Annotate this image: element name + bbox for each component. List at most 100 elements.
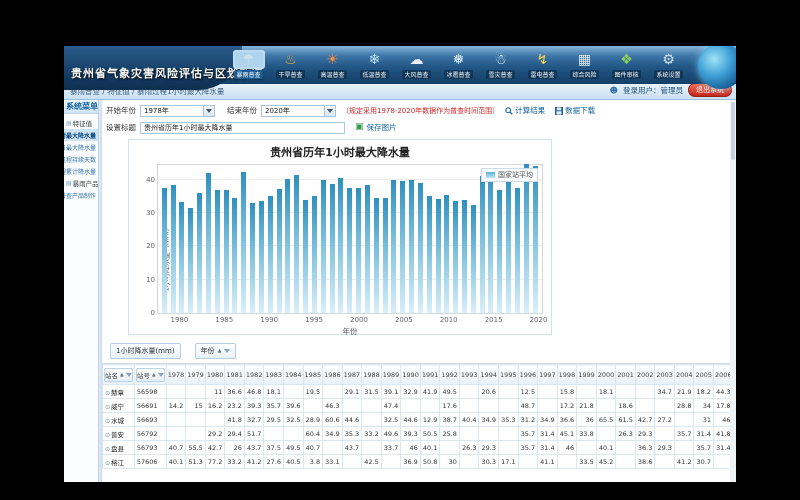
value-cell bbox=[635, 399, 655, 413]
bar bbox=[277, 189, 282, 313]
nav-item[interactable]: ⚙系统设置 bbox=[649, 50, 688, 79]
year-column-header[interactable]: 1995 bbox=[499, 365, 519, 385]
nav-item[interactable]: ☁大风普查 bbox=[397, 50, 436, 79]
year-column-header[interactable]: 1992 bbox=[440, 365, 460, 385]
year-column-header[interactable]: 1986 bbox=[323, 365, 343, 385]
nav-item[interactable]: ☂暴雨普查 bbox=[229, 50, 268, 79]
value-cell: 30 bbox=[440, 455, 460, 469]
bar bbox=[250, 203, 255, 313]
table-row[interactable]: ⊙榕江5760640.151.377.233.241.227.640.53.83… bbox=[103, 455, 737, 469]
nav-item[interactable]: ↯雷电普查 bbox=[523, 50, 562, 79]
value-cell bbox=[655, 427, 675, 441]
filter-funnel-icon[interactable] bbox=[126, 373, 132, 377]
year-column-header[interactable]: 1979 bbox=[186, 365, 206, 385]
year-column-header[interactable]: 1999 bbox=[577, 365, 597, 385]
year-column-header[interactable]: 1997 bbox=[538, 365, 558, 385]
row-radio-icon[interactable]: ⊙ bbox=[105, 404, 110, 411]
tree-item[interactable]: 暴雨过程持续天数 bbox=[64, 153, 98, 165]
chevron-down-icon[interactable] bbox=[324, 106, 335, 116]
calculate-button[interactable]: 计算结果 bbox=[505, 105, 545, 116]
year-column-header[interactable]: 1988 bbox=[362, 365, 382, 385]
scrollbar-thumb[interactable] bbox=[731, 102, 735, 160]
chart-title-input[interactable] bbox=[140, 122, 345, 134]
tree-item[interactable]: 暴雨过程日最大降水量 bbox=[64, 141, 98, 153]
tree-item[interactable]: 暴雨过程累计降水量 bbox=[64, 165, 98, 177]
year-column-header[interactable]: 1987 bbox=[342, 365, 362, 385]
login-user-text: 登录用户：管理员 bbox=[623, 85, 683, 96]
value-cell: 36.6 bbox=[557, 413, 577, 427]
year-column-header[interactable]: 1996 bbox=[518, 365, 538, 385]
tree-item[interactable]: 暴雨过程1小时最大降水量 bbox=[64, 129, 98, 141]
save-image-button[interactable]: 保存图片 bbox=[367, 122, 397, 133]
sort-asc-icon[interactable]: ▲ bbox=[120, 372, 124, 378]
heat-icon: ☀ bbox=[317, 50, 349, 69]
year-column-header[interactable]: 1981 bbox=[225, 365, 245, 385]
sort-asc-icon[interactable]: ▲ bbox=[218, 348, 222, 354]
value-cell: 35.7 bbox=[264, 399, 284, 413]
nav-item-label: 系统设置 bbox=[654, 70, 682, 79]
table-row[interactable]: ⊙普安5679229.229.451.760.434.935.333.249.6… bbox=[103, 427, 737, 441]
row-radio-icon[interactable]: ⊙ bbox=[105, 418, 110, 425]
value-cell bbox=[342, 455, 362, 469]
year-column-header[interactable]: 2004 bbox=[674, 365, 694, 385]
year-column-header[interactable]: 1984 bbox=[284, 365, 304, 385]
value-cell: 50.8 bbox=[420, 455, 440, 469]
filter-funnel-icon[interactable] bbox=[224, 349, 230, 353]
start-year-select[interactable]: 1978年 bbox=[140, 105, 215, 117]
year-column-header[interactable]: 2003 bbox=[655, 365, 675, 385]
col-station-id-header[interactable]: 站号 ▲ bbox=[134, 365, 166, 385]
table-row[interactable]: ⊙威宁5669114.21516.223.239.335.739.646.347… bbox=[103, 399, 737, 413]
tree-node[interactable]: ▤暴雨产品制作 bbox=[64, 177, 98, 189]
measure-chip[interactable]: 1小时降水量(mm) bbox=[110, 343, 181, 359]
nav-item[interactable]: ❖图件审核 bbox=[607, 50, 646, 79]
row-radio-icon[interactable]: ⊙ bbox=[105, 446, 110, 453]
nav-item[interactable]: ❅冰雹普查 bbox=[439, 50, 478, 79]
chart-title: 贵州省历年1小时最大降水量 bbox=[129, 144, 551, 160]
chart-panel: 贵州省历年1小时最大降水量 1小时降水量（mm） 010203040 国家站平均… bbox=[128, 139, 552, 335]
chevron-down-icon[interactable] bbox=[203, 106, 214, 116]
settings-icon: ⚙ bbox=[653, 50, 685, 69]
row-radio-icon[interactable]: ⊙ bbox=[105, 432, 110, 439]
year-column-header[interactable]: 1998 bbox=[557, 365, 577, 385]
nav-item[interactable]: ☃雪灾普查 bbox=[481, 50, 520, 79]
year-column-header[interactable]: 2000 bbox=[596, 365, 616, 385]
x-tick-label: 1990 bbox=[260, 316, 278, 324]
col-station-header[interactable]: 站名 ▲ bbox=[103, 365, 135, 385]
table-row[interactable]: ⊙盘县5679340.755.542.72643.737.549.540.743… bbox=[103, 441, 737, 455]
tree-item[interactable]: 普查产品制作 bbox=[64, 189, 98, 201]
year-column-header[interactable]: 1989 bbox=[381, 365, 401, 385]
column-field-chip[interactable]: 年份 ▲ bbox=[195, 343, 237, 359]
filter-funnel-icon[interactable] bbox=[158, 373, 164, 377]
table-row[interactable]: ⊙水城5669341.832.729.532.528.960.644.632.5… bbox=[103, 413, 737, 427]
year-column-header[interactable]: 2005 bbox=[694, 365, 714, 385]
value-cell: 40.1 bbox=[596, 441, 616, 455]
chart-legend[interactable]: 国家站平均 bbox=[481, 168, 538, 182]
year-column-header[interactable]: 1983 bbox=[264, 365, 284, 385]
year-column-header[interactable]: 1982 bbox=[244, 365, 264, 385]
year-column-header[interactable]: 1991 bbox=[420, 365, 440, 385]
nav-item[interactable]: ☀高温普查 bbox=[313, 50, 352, 79]
end-year-select[interactable]: 2020年 bbox=[261, 105, 336, 117]
year-column-header[interactable]: 1985 bbox=[303, 365, 323, 385]
value-cell: 35.7 bbox=[674, 427, 694, 441]
year-column-header[interactable]: 1990 bbox=[401, 365, 421, 385]
tree-node[interactable]: ▤特征值 bbox=[64, 117, 98, 129]
year-column-header[interactable]: 1994 bbox=[479, 365, 499, 385]
data-download-button[interactable]: 数据下载 bbox=[555, 105, 595, 116]
year-column-header[interactable]: 2002 bbox=[635, 365, 655, 385]
vertical-scrollbar[interactable] bbox=[730, 100, 736, 482]
value-cell bbox=[459, 385, 479, 399]
year-column-header[interactable]: 2001 bbox=[616, 365, 636, 385]
row-radio-icon[interactable]: ⊙ bbox=[105, 390, 110, 397]
year-column-header[interactable]: 1978 bbox=[166, 365, 186, 385]
year-column-header[interactable]: 1993 bbox=[459, 365, 479, 385]
value-cell: 31.5 bbox=[362, 385, 382, 399]
row-radio-icon[interactable]: ⊙ bbox=[105, 460, 110, 467]
year-column-header[interactable]: 1980 bbox=[205, 365, 225, 385]
sort-asc-icon[interactable]: ▲ bbox=[152, 372, 156, 378]
nav-item[interactable]: ▦综合风险 bbox=[565, 50, 604, 79]
nav-item[interactable]: ♨干旱普查 bbox=[271, 50, 310, 79]
nav-item[interactable]: ❄低温普查 bbox=[355, 50, 394, 79]
value-cell: 35.7 bbox=[518, 441, 538, 455]
table-row[interactable]: ⊙赫章565981136.646.818.119.529.131.539.132… bbox=[103, 385, 737, 399]
